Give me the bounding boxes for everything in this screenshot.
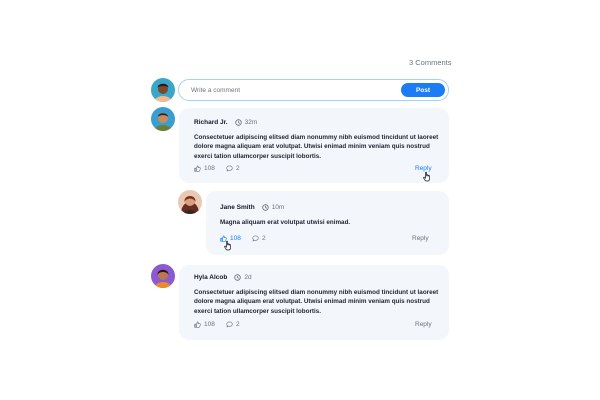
like-count: 108 [204, 321, 215, 328]
post-button[interactable]: Post [401, 83, 445, 97]
comment-time: 10m [271, 204, 285, 211]
comment-author[interactable]: Richard Jr. [194, 119, 228, 126]
comment-body: Magna aliquam erat volutpat utwisi enima… [220, 219, 351, 226]
replies-button[interactable]: 2 [226, 165, 240, 172]
comment-body: Consectetuer adipiscing elitsed diam non… [194, 289, 439, 315]
clock-icon [234, 274, 241, 281]
hand-pointer-icon [223, 240, 233, 251]
clock-icon [262, 204, 269, 211]
comments-count: 3 Comments [409, 58, 452, 67]
comment-time: 32m [244, 119, 258, 126]
current-user-avatar [151, 78, 175, 102]
comment-card: Hyla Alcob 2d Consectetuer adipiscing el… [179, 265, 449, 340]
replies-button[interactable]: 2 [252, 235, 266, 242]
avatar-richard [151, 107, 175, 131]
comment-header: Jane Smith 10m [220, 204, 284, 211]
speech-bubble-icon [252, 235, 259, 242]
speech-bubble-icon [226, 165, 233, 172]
like-button[interactable]: 108 [194, 321, 215, 328]
thumbs-up-icon [194, 165, 201, 172]
replies-button[interactable]: 2 [226, 321, 240, 328]
comment-header: Hyla Alcob 2d [194, 274, 252, 281]
comment-header: Richard Jr. 32m [194, 119, 257, 126]
comment-input[interactable] [191, 84, 391, 97]
comment-author[interactable]: Jane Smith [220, 204, 255, 211]
like-button[interactable]: 108 [194, 165, 215, 172]
comment-author[interactable]: Hyla Alcob [194, 274, 227, 281]
reply-count: 2 [236, 165, 240, 172]
clock-icon [235, 119, 242, 126]
avatar-jane [178, 190, 202, 214]
comment-composer: Post [178, 79, 449, 101]
comment-time: 2d [244, 274, 252, 281]
avatar-hyla [151, 264, 175, 288]
comment-body: Consectetuer adipiscing elitsed diam non… [194, 134, 439, 160]
reply-button[interactable]: Reply [412, 235, 429, 242]
comment-card: Richard Jr. 32m Consectetuer adipiscing … [179, 108, 449, 183]
thumbs-up-icon [194, 321, 201, 328]
reply-count: 2 [236, 321, 240, 328]
reply-card: Jane Smith 10m Magna aliquam erat volutp… [206, 191, 449, 255]
reply-count: 2 [262, 235, 266, 242]
like-count: 108 [204, 165, 215, 172]
speech-bubble-icon [226, 321, 233, 328]
hand-pointer-icon [422, 171, 432, 182]
reply-button[interactable]: Reply [415, 321, 432, 328]
